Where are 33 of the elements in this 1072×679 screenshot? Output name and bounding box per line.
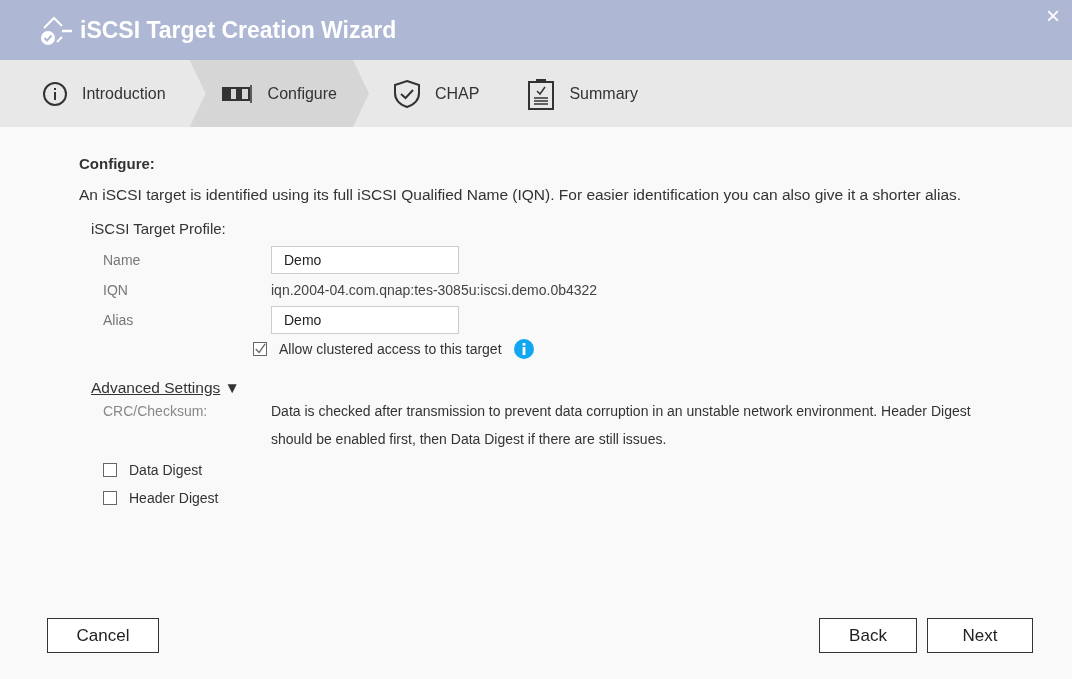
field-label: Alias bbox=[103, 312, 135, 328]
checkbox-label: Header Digest bbox=[129, 490, 219, 506]
wizard-step[interactable]: Introduction bbox=[18, 60, 190, 127]
profile-heading: iSCSI Target Profile: bbox=[91, 220, 227, 237]
wizard-step[interactable]: CHAP bbox=[369, 60, 504, 127]
wizard-step[interactable]: Configure bbox=[189, 60, 369, 127]
back-button[interactable]: Back bbox=[819, 618, 917, 653]
info-icon bbox=[42, 80, 68, 107]
checkbox-label: Allow clustered access to this target bbox=[279, 341, 502, 357]
shield-icon bbox=[393, 78, 421, 109]
checkbox[interactable] bbox=[103, 491, 117, 505]
checksum-description: Data is checked after transmission to prevent data corruption in an unstable network environment. Header Digest should be enabled first, then Data Digest if there are still issues. bbox=[271, 402, 971, 449]
clipboard-icon bbox=[527, 77, 556, 110]
next-button[interactable]: Next bbox=[927, 618, 1033, 653]
field-value: iqn.2004-04.com.qnap:tes-3085u:iscsi.demo.0b4322 bbox=[271, 282, 598, 298]
section-heading: Configure: bbox=[79, 155, 156, 172]
info-icon[interactable] bbox=[513, 339, 534, 359]
drive-icon bbox=[221, 82, 254, 105]
advanced-settings-link[interactable]: Advanced Settings bbox=[91, 379, 221, 396]
field-label: Name bbox=[103, 252, 142, 268]
field-label: CRC/Checksum: bbox=[103, 403, 209, 421]
checkbox-label: Data Digest bbox=[129, 462, 203, 478]
wizard-logo-icon bbox=[38, 14, 74, 46]
text-field[interactable]: Demo bbox=[271, 246, 459, 274]
field-label: IQN bbox=[103, 282, 129, 298]
cancel-button[interactable]: Cancel bbox=[47, 618, 159, 653]
checkbox[interactable] bbox=[253, 342, 267, 356]
wizard-step[interactable]: Summary bbox=[503, 60, 662, 127]
expand-arrow-icon[interactable]: ▼ bbox=[224, 379, 240, 396]
text-field[interactable]: Demo bbox=[271, 306, 459, 334]
description-text: An iSCSI target is identified using its full iSCSI Qualified Name (IQN). For easier identification you can also give it a shorter alias. bbox=[79, 186, 963, 204]
checkbox[interactable] bbox=[103, 463, 117, 477]
window-title: iSCSI Target Creation Wizard bbox=[80, 16, 397, 44]
